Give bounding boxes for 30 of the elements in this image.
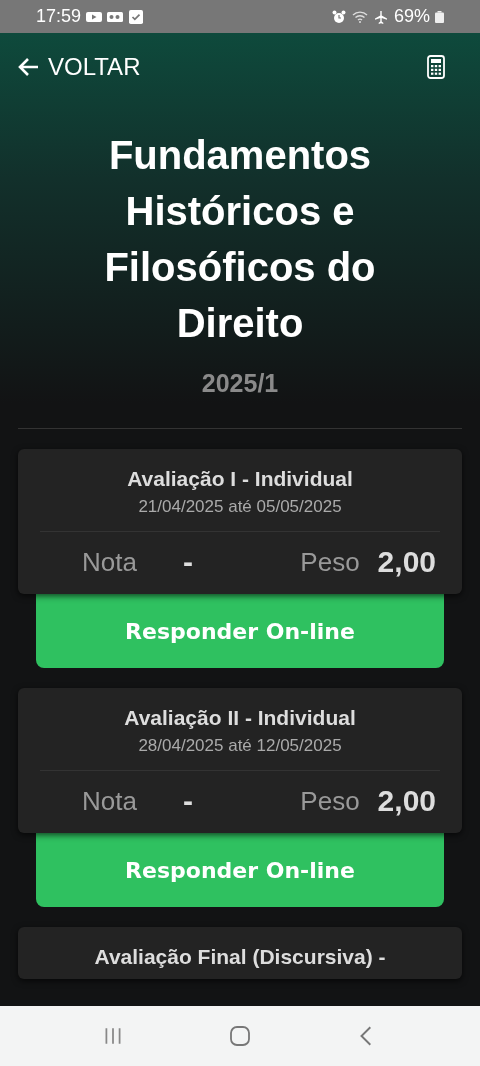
battery-percent: 69%	[393, 6, 430, 27]
grade-label: Nota	[82, 785, 137, 817]
weight-label: Peso	[300, 785, 360, 817]
airplane-icon	[372, 9, 389, 24]
grade-value: -	[182, 784, 193, 818]
wifi-icon	[351, 9, 368, 24]
grade-label: Nota	[82, 546, 137, 578]
weight-value: 2,00	[377, 545, 436, 579]
assessment-title: Avaliação Final (Discursiva) -	[93, 945, 387, 969]
back-button[interactable]: VOLTAR	[18, 53, 141, 81]
assessment-title: Avaliação II - Individual	[123, 706, 357, 730]
weight-value: 2,00	[377, 784, 436, 818]
weight-label: Peso	[300, 546, 360, 578]
course-period: 2025/1	[200, 369, 280, 398]
assessment-title: Avaliação I - Individual	[126, 467, 354, 491]
assessment-dates: 28/04/2025 até 12/05/2025	[137, 736, 343, 756]
home-icon[interactable]	[229, 1025, 251, 1047]
grade-value: -	[182, 545, 193, 579]
voicemail-icon	[107, 9, 124, 24]
respond-online-button[interactable]: Responder On-line	[36, 594, 444, 668]
course-title: Fundamentos Históricos e Filosóficos do Direito	[103, 132, 377, 347]
back-arrow-icon	[18, 57, 40, 77]
status-time: 17:59	[36, 6, 82, 27]
calculator-icon[interactable]	[427, 55, 445, 79]
alarm-icon	[330, 9, 347, 24]
battery-icon	[435, 10, 444, 23]
checkbox-icon	[128, 9, 145, 24]
video-icon	[86, 9, 103, 24]
respond-online-button[interactable]: Responder On-line	[36, 833, 444, 907]
assessment-dates: 21/04/2025 até 05/05/2025	[137, 497, 343, 517]
